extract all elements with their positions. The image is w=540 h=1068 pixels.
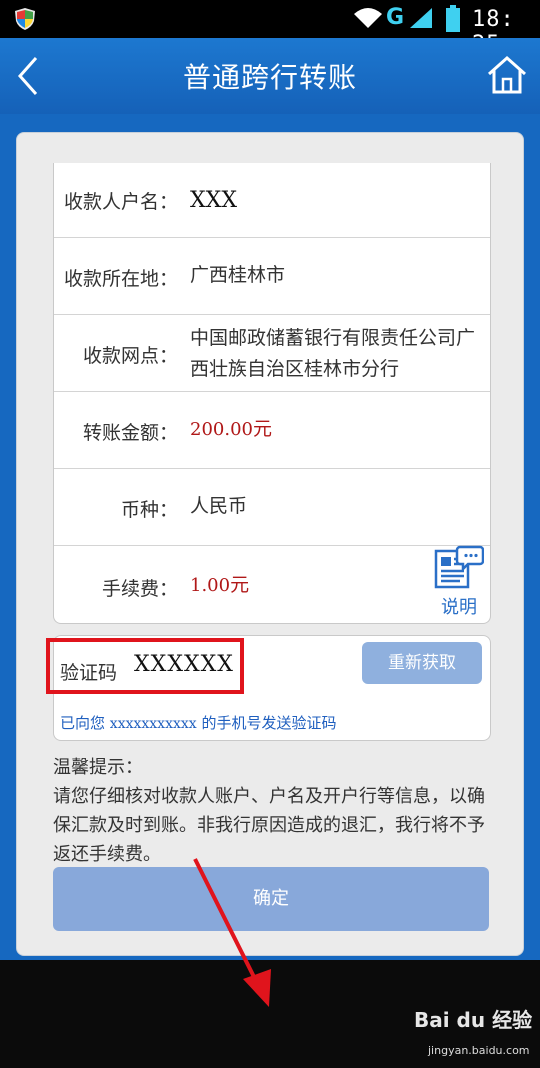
detail-row-payee-location: 收款所在地： 广西桂林市	[54, 238, 490, 315]
network-type: G	[386, 5, 405, 30]
baidu-watermark: Bai du 经验 jingyan.baidu.com	[414, 1004, 534, 1068]
hint-prefix: 已向您	[60, 714, 106, 732]
amount-label: 转账金额：	[82, 422, 178, 444]
detail-row-currency: 币种： 人民币	[54, 469, 490, 546]
hint-phone: xxxxxxxxxxx	[109, 716, 197, 732]
detail-row-fee: 手续费： 1.00元	[54, 546, 490, 622]
tips-title: 温馨提示：	[53, 757, 143, 778]
payee-location-label: 收款所在地：	[63, 268, 178, 290]
fee-unit: 元	[230, 574, 250, 596]
payee-branch-label: 收款网点：	[82, 345, 178, 367]
content-panel: 收款人户名： XXX 收款所在地： 广西桂林市 收款网点： 中国邮政储蓄银行有限…	[16, 132, 524, 1007]
page-title: 普通跨行转账	[182, 61, 357, 94]
title-bar: 普通跨行转账	[0, 38, 540, 114]
wifi-icon	[354, 8, 382, 28]
transfer-details-card: 收款人户名： XXX 收款所在地： 广西桂林市 收款网点： 中国邮政储蓄银行有限…	[53, 163, 491, 624]
annotation-highlight-box	[46, 638, 244, 694]
payee-location-value: 广西桂林市	[190, 264, 286, 286]
currency-value: 人民币	[190, 495, 248, 517]
signal-icon	[410, 8, 432, 28]
main-area: 收款人户名： XXX 收款所在地： 广西桂林市 收款网点： 中国邮政储蓄银行有限…	[0, 114, 540, 1057]
detail-row-amount: 转账金额： 200.00元	[54, 392, 490, 469]
explain-button[interactable]: 说明	[432, 545, 486, 621]
fee-label: 手续费：	[101, 578, 178, 600]
battery-icon	[446, 5, 460, 32]
detail-row-payee-branch: 收款网点： 中国邮政储蓄银行有限责任公司广西壮族自治区桂林市分行	[54, 315, 490, 392]
payee-name-label: 收款人户名：	[63, 191, 178, 213]
currency-label: 币种：	[120, 499, 178, 521]
watermark-brand: Bai du 经验	[414, 1008, 533, 1032]
amount-value: 200.00元	[190, 414, 486, 445]
sms-sent-hint: 已向您 xxxxxxxxxxx 的手机号发送验证码	[60, 712, 336, 733]
watermark-url: jingyan.baidu.com	[428, 1044, 530, 1057]
security-shield-icon	[15, 8, 35, 30]
hint-suffix: 的手机号发送验证码	[201, 714, 337, 732]
payee-name-value: XXX	[190, 188, 237, 213]
detail-row-payee-name: 收款人户名： XXX	[54, 163, 490, 238]
document-comment-icon	[434, 545, 484, 589]
home-icon[interactable]	[486, 54, 528, 96]
amount-unit: 元	[252, 418, 272, 440]
verification-card: 验证码 XXXXXX 重新获取 已向您 xxxxxxxxxxx 的手机号发送验证…	[46, 635, 491, 741]
resend-code-button[interactable]: 重新获取	[362, 642, 482, 684]
status-bar: G 18: 25	[0, 0, 540, 57]
payee-branch-value: 中国邮政储蓄银行有限责任公司广西壮族自治区桂林市分行	[190, 327, 476, 380]
warm-tips: 温馨提示： 请您仔细核对收款人账户、户名及开户行等信息，以确保汇款及时到账。非我…	[53, 753, 493, 869]
explain-label: 说明	[441, 597, 477, 618]
fee-number: 1.00	[190, 575, 231, 596]
amount-number: 200.00	[190, 419, 253, 440]
annotation-arrow-icon	[193, 858, 271, 1007]
